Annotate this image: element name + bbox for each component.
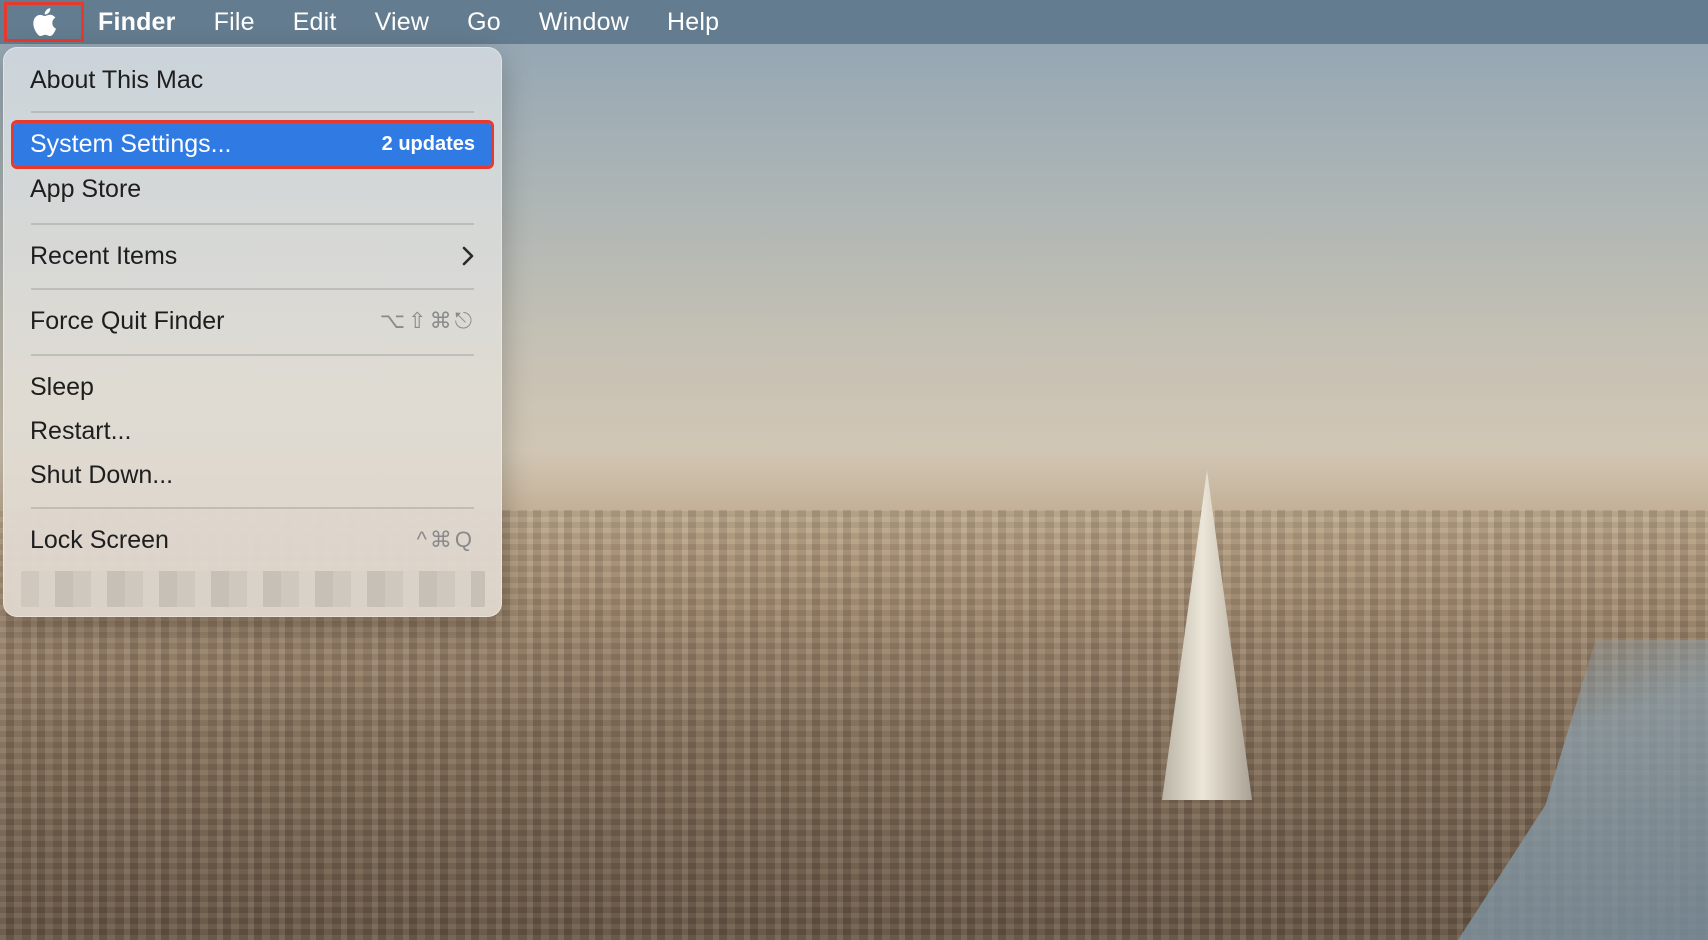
redacted-menu-item — [21, 571, 485, 607]
menu-separator — [31, 354, 474, 356]
menu-item-about-this-mac[interactable]: About This Mac — [14, 59, 491, 101]
menubar-go[interactable]: Go — [467, 8, 501, 37]
menubar-window[interactable]: Window — [539, 8, 629, 37]
menu-item-label: Lock Screen — [30, 525, 169, 554]
apple-menu-button[interactable] — [4, 2, 84, 42]
menu-item-label: System Settings... — [30, 130, 232, 158]
keyboard-shortcut: ⌥⇧⌘⎋ — [379, 308, 475, 333]
menu-separator — [31, 223, 474, 225]
menu-item-app-store[interactable]: App Store — [14, 168, 491, 210]
menu-item-label: Recent Items — [30, 241, 178, 270]
menu-item-system-settings[interactable]: System Settings... 2 updates — [11, 120, 494, 169]
menu-bar: Finder File Edit View Go Window Help — [0, 0, 1708, 44]
chevron-right-icon — [461, 245, 475, 267]
keyboard-shortcut: ^⌘Q — [416, 527, 475, 552]
menu-item-sleep[interactable]: Sleep — [14, 366, 491, 408]
menu-item-label: Sleep — [30, 372, 94, 401]
menubar-view[interactable]: View — [375, 8, 430, 37]
updates-badge: 2 updates — [381, 133, 475, 155]
menu-separator — [31, 288, 474, 290]
menu-item-lock-screen[interactable]: Lock Screen ^⌘Q — [14, 519, 491, 561]
menu-item-restart[interactable]: Restart... — [14, 410, 491, 452]
menu-item-label: Shut Down... — [30, 460, 174, 489]
menu-item-shut-down[interactable]: Shut Down... — [14, 454, 491, 496]
menubar-edit[interactable]: Edit — [293, 8, 337, 37]
menu-item-label: App Store — [30, 174, 142, 203]
apple-menu-dropdown: About This Mac System Settings... 2 upda… — [3, 47, 502, 617]
menubar-file[interactable]: File — [214, 8, 255, 37]
apple-logo-icon — [33, 8, 56, 37]
menu-item-label: Restart... — [30, 416, 132, 445]
menu-item-force-quit[interactable]: Force Quit Finder ⌥⇧⌘⎋ — [14, 300, 491, 342]
menubar-app-finder[interactable]: Finder — [98, 8, 176, 37]
menu-item-recent-items[interactable]: Recent Items — [14, 235, 491, 277]
menu-separator — [31, 111, 474, 113]
menubar-help[interactable]: Help — [667, 8, 719, 37]
menu-separator — [31, 507, 474, 509]
menu-item-label: About This Mac — [30, 65, 204, 94]
menu-item-label: Force Quit Finder — [30, 306, 225, 335]
